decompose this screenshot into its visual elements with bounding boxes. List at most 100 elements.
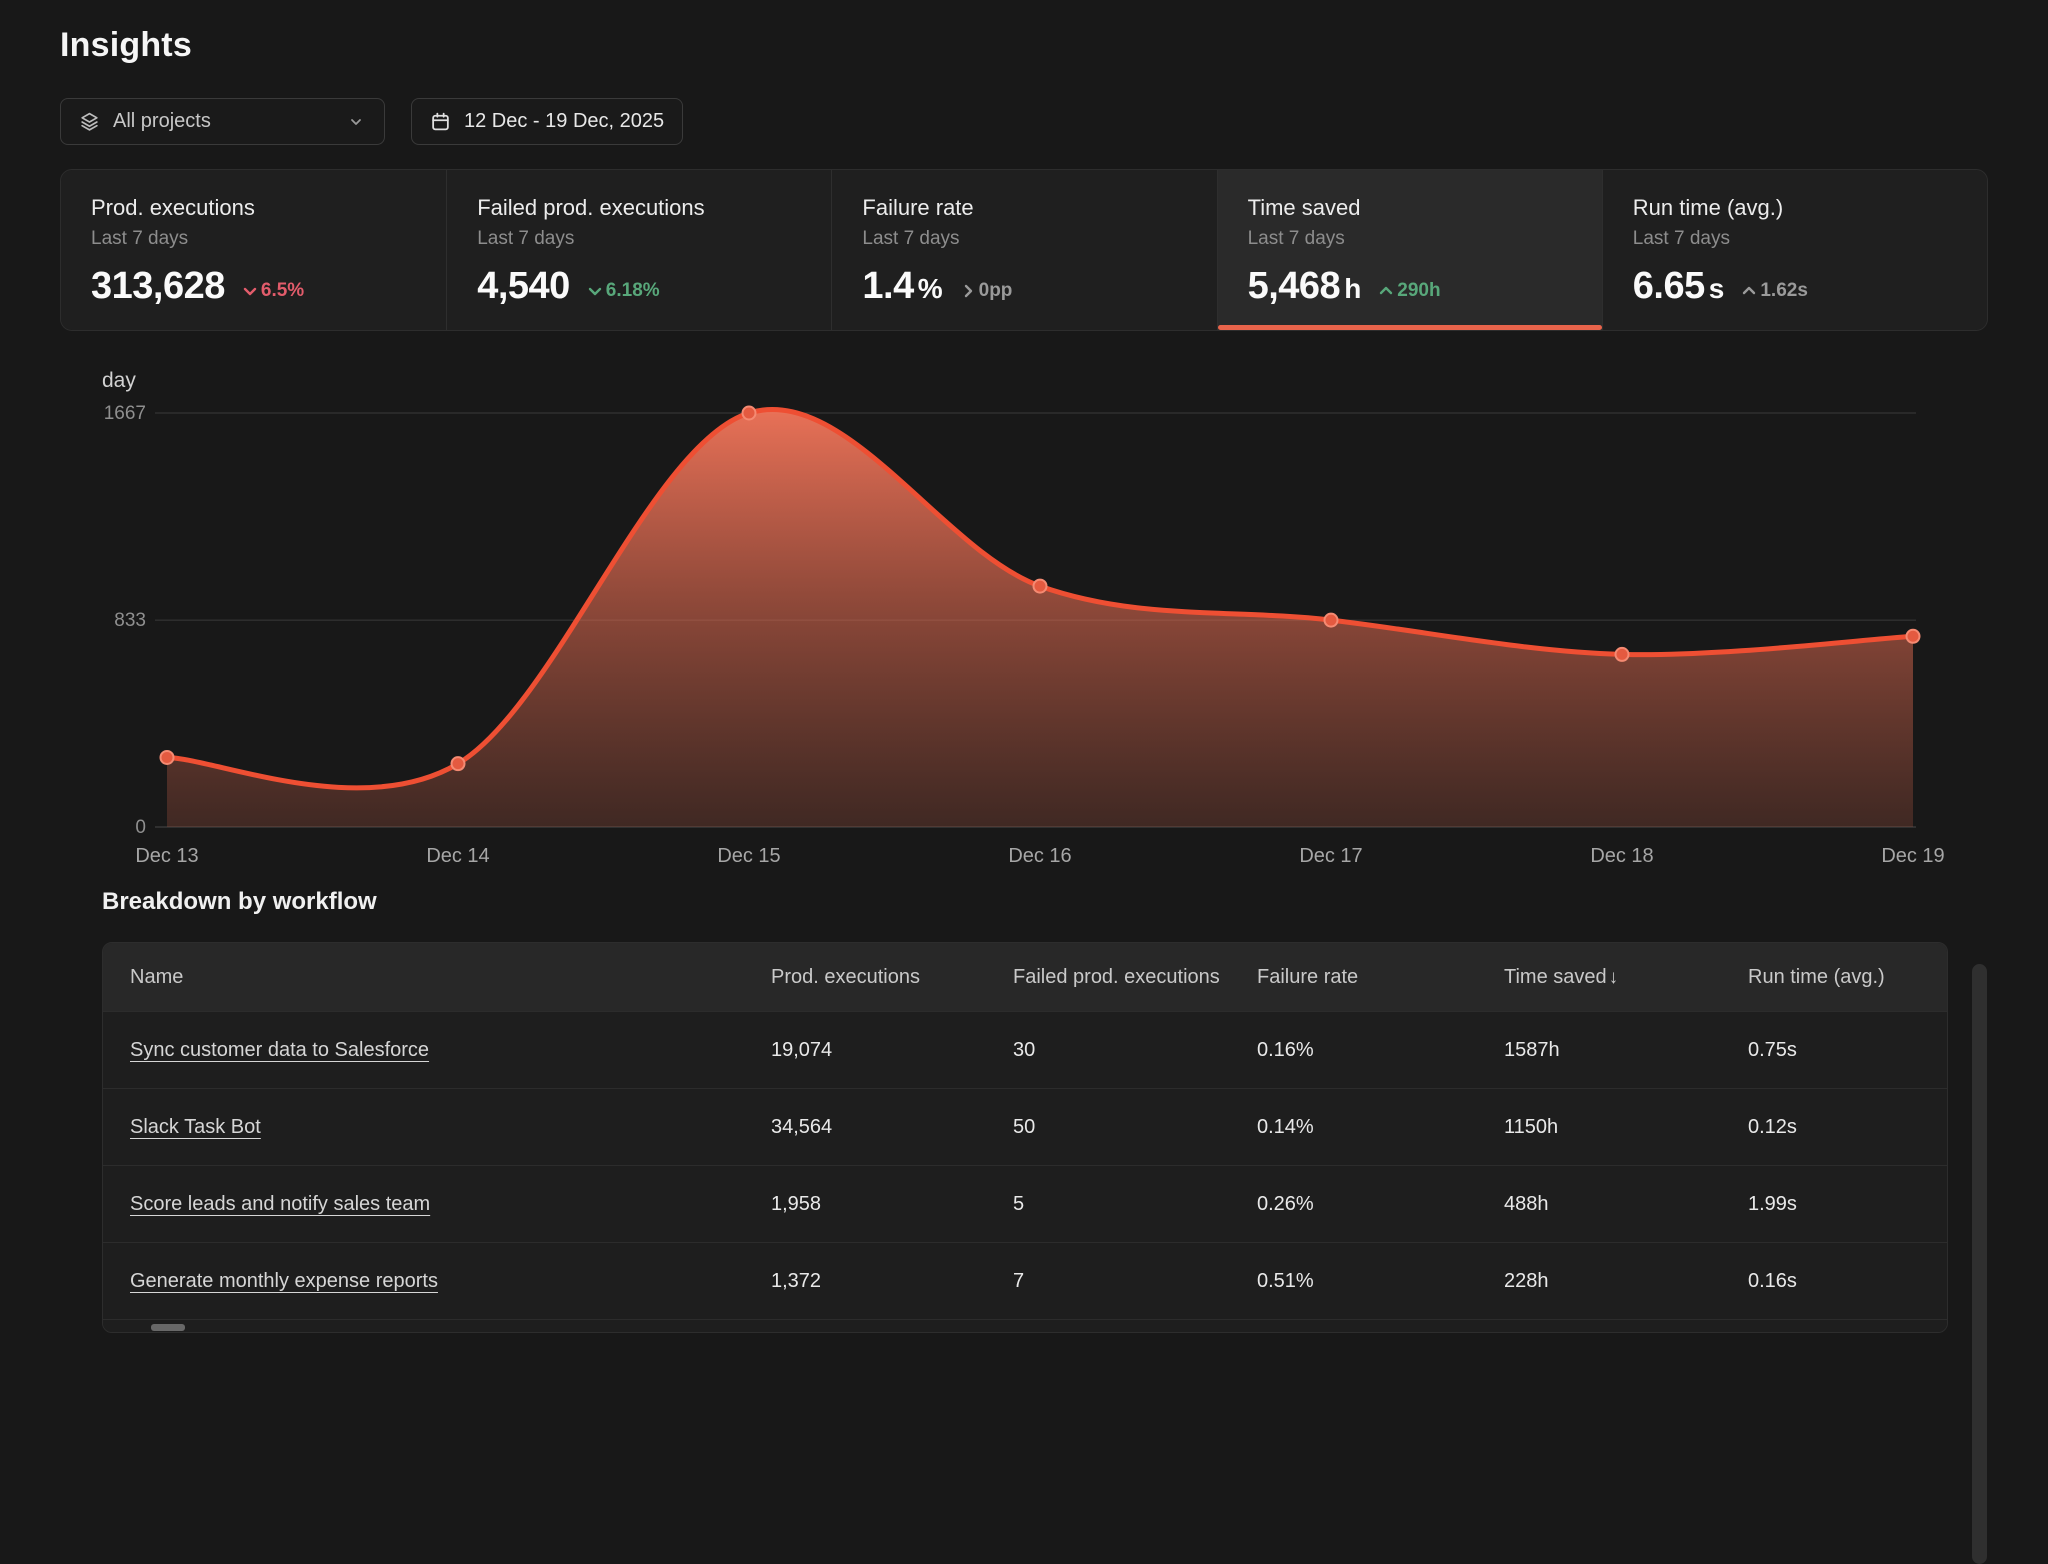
cell-time-saved: 488h [1504,1193,1748,1216]
column-header-prod-executions[interactable]: Prod. executions [771,966,1013,989]
project-selector-value: All projects [113,110,346,133]
workflow-name-link[interactable]: Score leads and notify sales team [130,1193,430,1215]
metric-card-unit: s [1709,273,1725,305]
metric-card-delta-text: 6.5% [261,280,304,302]
table-row: Slack Task Bot 34,564 50 0.14% 1150h 0.1… [103,1088,1947,1165]
x-axis-tick: Dec 14 [426,845,489,867]
workflow-name-link[interactable]: Slack Task Bot [130,1116,261,1138]
workflow-name-link[interactable]: Generate monthly expense reports [130,1270,438,1292]
cell-time-saved: 228h [1504,1270,1748,1293]
data-point[interactable] [1907,630,1920,643]
x-axis-tick: Dec 13 [135,845,198,867]
metric-card-label: Failed prod. executions [477,195,803,221]
x-axis-tick: Dec 17 [1299,845,1362,867]
column-header-failed-prod-executions[interactable]: Failed prod. executions [1013,966,1257,989]
cell-time-saved: 1150h [1504,1116,1748,1139]
metric-card-value: 313,628 [91,265,225,308]
metric-card-period: Last 7 days [91,228,418,250]
cell-prod-executions: 1,958 [771,1193,1013,1216]
cell-run-time: 1.99s [1748,1193,1947,1216]
table-row: Sync customer data to Salesforce 19,074 … [103,1011,1947,1088]
metric-card-label: Failure rate [862,195,1188,221]
table-body: Sync customer data to Salesforce 19,074 … [103,1011,1947,1319]
metric-card[interactable]: Time saved Last 7 days 5,468 h 290h [1217,170,1602,330]
cell-prod-executions: 19,074 [771,1039,1013,1062]
metric-card-label: Prod. executions [91,195,418,221]
workflow-name-link[interactable]: Sync customer data to Salesforce [130,1039,429,1061]
sort-desc-icon: ↓ [1609,967,1619,988]
metric-card-value-row: 5,468 h 290h [1248,265,1574,308]
chart-canvas: 0 833 1667 Dec 13 Dec 14 Dec 15 Dec 16 Dec 17 De… [60,365,1988,870]
metric-card-period: Last 7 days [477,228,803,250]
metric-card-value-row: 6.65 s 1.62s [1633,265,1959,308]
metric-cards: Prod. executions Last 7 days 313,628 6.5… [60,169,1988,331]
x-axis-tick: Dec 19 [1881,845,1944,867]
metric-card-unit: % [918,273,943,305]
metric-card-delta: 1.62s [1739,280,1808,302]
trend-up-icon [1376,281,1396,301]
metric-card-delta: 0pp [958,280,1013,302]
insights-page: Insights All projects 12 Dec - 19 Dec, 2… [0,26,2048,1333]
date-range-value: 12 Dec - 19 Dec, 2025 [464,110,664,133]
clipped-next-row [103,1319,1947,1332]
data-point[interactable] [1325,614,1338,627]
metric-card[interactable]: Failed prod. executions Last 7 days 4,54… [446,170,831,330]
column-header-time-saved[interactable]: Time saved↓ [1504,966,1748,989]
metric-card-delta: 290h [1376,280,1440,302]
metric-card-value-row: 313,628 6.5% [91,265,418,308]
data-point[interactable] [452,757,465,770]
project-selector[interactable]: All projects [60,98,385,145]
metric-card-label: Run time (avg.) [1633,195,1959,221]
metric-card-period: Last 7 days [1633,228,1959,250]
date-range-picker[interactable]: 12 Dec - 19 Dec, 2025 [411,98,683,145]
x-axis-tick: Dec 16 [1008,845,1071,867]
y-axis-tick: 833 [114,610,146,631]
trend-down-icon [240,281,260,301]
data-point[interactable] [743,407,756,420]
metric-card-delta-text: 1.62s [1760,280,1808,302]
y-axis-tick: 1667 [104,403,146,424]
cell-failure-rate: 0.14% [1257,1116,1504,1139]
cell-run-time: 0.12s [1748,1116,1947,1139]
calendar-icon [430,111,451,132]
metric-card-value-row: 4,540 6.18% [477,265,803,308]
column-header-failure-rate[interactable]: Failure rate [1257,966,1504,989]
cell-prod-executions: 1,372 [771,1270,1013,1293]
cell-failed-executions: 7 [1013,1270,1257,1293]
metric-card-delta-text: 290h [1397,280,1440,302]
chevron-down-icon [346,112,366,132]
column-header-name[interactable]: Name [103,966,771,989]
metric-card[interactable]: Failure rate Last 7 days 1.4 % 0pp [831,170,1216,330]
data-point[interactable] [1034,580,1047,593]
metric-card-value-row: 1.4 % 0pp [862,265,1188,308]
trend-down-icon [585,281,605,301]
metric-card-value: 4,540 [477,265,570,308]
clipped-row-text [151,1324,185,1331]
selected-card-indicator [1218,325,1602,330]
cell-failed-executions: 50 [1013,1116,1257,1139]
cell-time-saved: 1587h [1504,1039,1748,1062]
metric-card[interactable]: Run time (avg.) Last 7 days 6.65 s 1.62s [1602,170,1987,330]
metric-card[interactable]: Prod. executions Last 7 days 313,628 6.5… [61,170,446,330]
x-axis-tick: Dec 15 [717,845,780,867]
filter-bar: All projects 12 Dec - 19 Dec, 2025 [60,98,1988,145]
cell-prod-executions: 34,564 [771,1116,1013,1139]
workflow-table: NameProd. executionsFailed prod. executi… [102,942,1948,1333]
area-fill [167,410,1913,827]
data-point[interactable] [1616,648,1629,661]
cell-run-time: 0.75s [1748,1039,1947,1062]
cell-failed-executions: 5 [1013,1193,1257,1216]
y-axis-tick: 0 [135,817,146,838]
data-point[interactable] [161,751,174,764]
metric-card-delta-text: 0pp [979,280,1013,302]
table-row: Generate monthly expense reports 1,372 7… [103,1242,1947,1319]
time-saved-chart: day 08331667Dec 13Dec 14Dec 15Dec 16Dec … [60,365,1988,870]
page-title: Insights [60,26,1988,65]
cell-run-time: 0.16s [1748,1270,1947,1293]
table-row: Score leads and notify sales team 1,958 … [103,1165,1947,1242]
vertical-scrollbar-thumb[interactable] [1972,964,1987,1564]
trend-flat-icon [958,281,978,301]
column-header-run-time-avg[interactable]: Run time (avg.) [1748,966,1947,989]
metric-card-period: Last 7 days [862,228,1188,250]
metric-card-delta-text: 6.18% [606,280,660,302]
